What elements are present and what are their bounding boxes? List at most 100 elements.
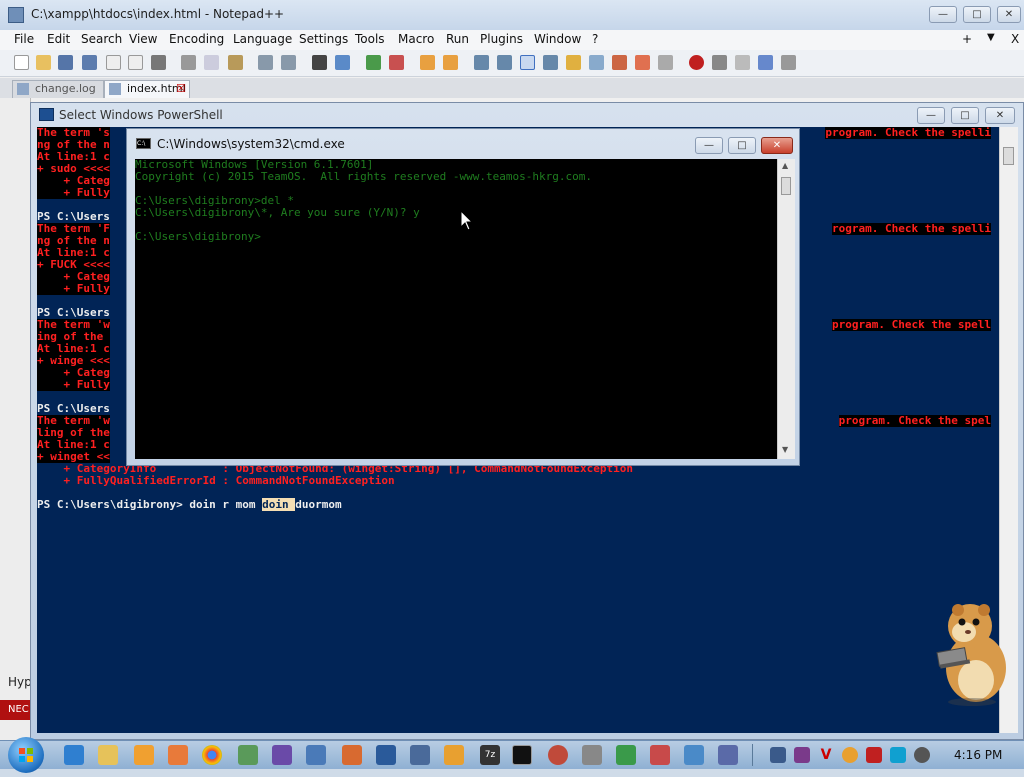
menu-view[interactable]: View xyxy=(129,32,157,46)
save-all-icon[interactable] xyxy=(82,55,97,70)
cmd-taskbar-icon[interactable] xyxy=(512,745,532,765)
find-icon[interactable] xyxy=(312,55,327,70)
replace-icon[interactable] xyxy=(335,55,350,70)
7zip-icon[interactable]: 7z xyxy=(480,745,500,765)
app-icon-9[interactable] xyxy=(342,745,362,765)
tray-icon-3[interactable]: V xyxy=(818,747,834,763)
menu-run[interactable]: Run xyxy=(446,32,469,46)
mouse-cursor-icon xyxy=(460,210,474,231)
cmd-minimize-button[interactable]: — xyxy=(695,137,723,154)
indent-guide-icon[interactable] xyxy=(520,55,535,70)
powershell-prompt-line[interactable]: PS C:\Users\digibrony> doin r mom doin d… xyxy=(37,498,342,511)
menu-language[interactable]: Language xyxy=(233,32,292,46)
powershell-close-button[interactable]: ✕ xyxy=(985,107,1015,124)
headphones-icon[interactable] xyxy=(272,745,292,765)
scroll-down-icon[interactable]: ▼ xyxy=(782,445,788,454)
tray-icon-1[interactable] xyxy=(770,747,786,763)
cut-icon[interactable] xyxy=(181,55,196,70)
tab-list-icon[interactable]: ▼ xyxy=(987,32,995,43)
app-icon-15[interactable] xyxy=(548,745,568,765)
app-icon-18[interactable] xyxy=(650,745,670,765)
menu-settings[interactable]: Settings xyxy=(299,32,348,46)
notepad-title-bar[interactable]: C:\xampp\htdocs\index.html - Notepad++ —… xyxy=(0,0,1024,30)
app-icon-20[interactable] xyxy=(718,745,738,765)
cmd-maximize-button[interactable]: □ xyxy=(728,137,756,154)
menu-encoding[interactable]: Encoding xyxy=(169,32,224,46)
record-macro-icon[interactable] xyxy=(689,55,704,70)
view-icon[interactable] xyxy=(658,55,673,70)
word-wrap-icon[interactable] xyxy=(474,55,489,70)
undo-icon[interactable] xyxy=(258,55,273,70)
menu-search[interactable]: Search xyxy=(81,32,122,46)
sync-vertical-icon[interactable] xyxy=(420,55,435,70)
close-document-icon[interactable]: X xyxy=(1011,32,1019,46)
close-file-icon[interactable] xyxy=(106,55,121,70)
new-tab-icon[interactable]: + xyxy=(962,32,972,46)
tray-icon-5[interactable] xyxy=(866,747,882,763)
tab-change-log[interactable]: change.log xyxy=(12,80,104,98)
powershell-scroll-thumb[interactable] xyxy=(1003,147,1014,165)
tab-index-html[interactable]: index.html ☒ xyxy=(104,80,190,98)
function-list-icon[interactable] xyxy=(589,55,604,70)
explorer-icon[interactable] xyxy=(98,745,118,765)
taskbar-divider xyxy=(752,744,753,766)
app-icon-4[interactable] xyxy=(168,745,188,765)
save-macro-icon[interactable] xyxy=(781,55,796,70)
app-icon-19[interactable] xyxy=(684,745,704,765)
copy-icon[interactable] xyxy=(204,55,219,70)
cmd-close-button[interactable]: ✕ xyxy=(761,137,793,154)
show-all-chars-icon[interactable] xyxy=(497,55,512,70)
internet-explorer-icon[interactable] xyxy=(64,745,84,765)
run-macro-multiple-icon[interactable] xyxy=(758,55,773,70)
taskbar-clock[interactable]: 4:16 PM xyxy=(954,748,1002,762)
app-icon-8[interactable] xyxy=(306,745,326,765)
powershell-maximize-button[interactable]: □ xyxy=(951,107,979,124)
notepad-minimize-button[interactable]: — xyxy=(929,6,957,23)
app-icon-16[interactable] xyxy=(582,745,602,765)
notepad-editor-margin xyxy=(0,98,31,740)
menu-macro[interactable]: Macro xyxy=(398,32,434,46)
folder-workspace-icon[interactable] xyxy=(612,55,627,70)
menu-edit[interactable]: Edit xyxy=(47,32,70,46)
print-icon[interactable] xyxy=(151,55,166,70)
user-lang-icon[interactable] xyxy=(543,55,558,70)
open-file-icon[interactable] xyxy=(36,55,51,70)
menu-window[interactable]: Window xyxy=(534,32,581,46)
close-tab-icon[interactable]: ☒ xyxy=(176,81,186,97)
menu-tools[interactable]: Tools xyxy=(355,32,385,46)
notepad-close-button[interactable]: ✕ xyxy=(997,6,1021,23)
doc-map-icon[interactable] xyxy=(566,55,581,70)
tray-icon-6[interactable] xyxy=(890,747,906,763)
menu-file[interactable]: File xyxy=(14,32,34,46)
chrome-icon[interactable] xyxy=(202,745,222,765)
zoom-out-icon[interactable] xyxy=(389,55,404,70)
cmd-scroll-thumb[interactable] xyxy=(781,177,791,195)
close-all-icon[interactable] xyxy=(128,55,143,70)
powershell-taskbar-icon[interactable] xyxy=(376,745,396,765)
powershell-minimize-button[interactable]: — xyxy=(917,107,945,124)
scroll-up-icon[interactable]: ▲ xyxy=(782,161,788,170)
cmd-console[interactable]: Microsoft Windows [Version 6.1.7601] Copy… xyxy=(135,159,777,459)
search-taskbar-icon[interactable] xyxy=(444,745,464,765)
notepad-maximize-button[interactable]: □ xyxy=(963,6,991,23)
media-player-icon[interactable] xyxy=(134,745,154,765)
new-file-icon[interactable] xyxy=(14,55,29,70)
menu-help[interactable]: ? xyxy=(592,32,598,46)
tray-icon-4[interactable] xyxy=(842,747,858,763)
tray-icon-2[interactable] xyxy=(794,747,810,763)
zoom-in-icon[interactable] xyxy=(366,55,381,70)
redo-icon[interactable] xyxy=(281,55,296,70)
menu-plugins[interactable]: Plugins xyxy=(480,32,523,46)
powershell-line: + Fully xyxy=(37,186,110,199)
app-icon-6[interactable] xyxy=(238,745,258,765)
app-icon-17[interactable] xyxy=(616,745,636,765)
cmd-scrollbar[interactable]: ▲ ▼ xyxy=(777,159,795,459)
save-taskbar-icon[interactable] xyxy=(410,745,430,765)
monitor-icon[interactable] xyxy=(635,55,650,70)
sync-horizontal-icon[interactable] xyxy=(443,55,458,70)
stop-macro-icon[interactable] xyxy=(712,55,727,70)
paste-icon[interactable] xyxy=(228,55,243,70)
play-macro-icon[interactable] xyxy=(735,55,750,70)
save-icon[interactable] xyxy=(58,55,73,70)
tray-icon-7[interactable] xyxy=(914,747,930,763)
